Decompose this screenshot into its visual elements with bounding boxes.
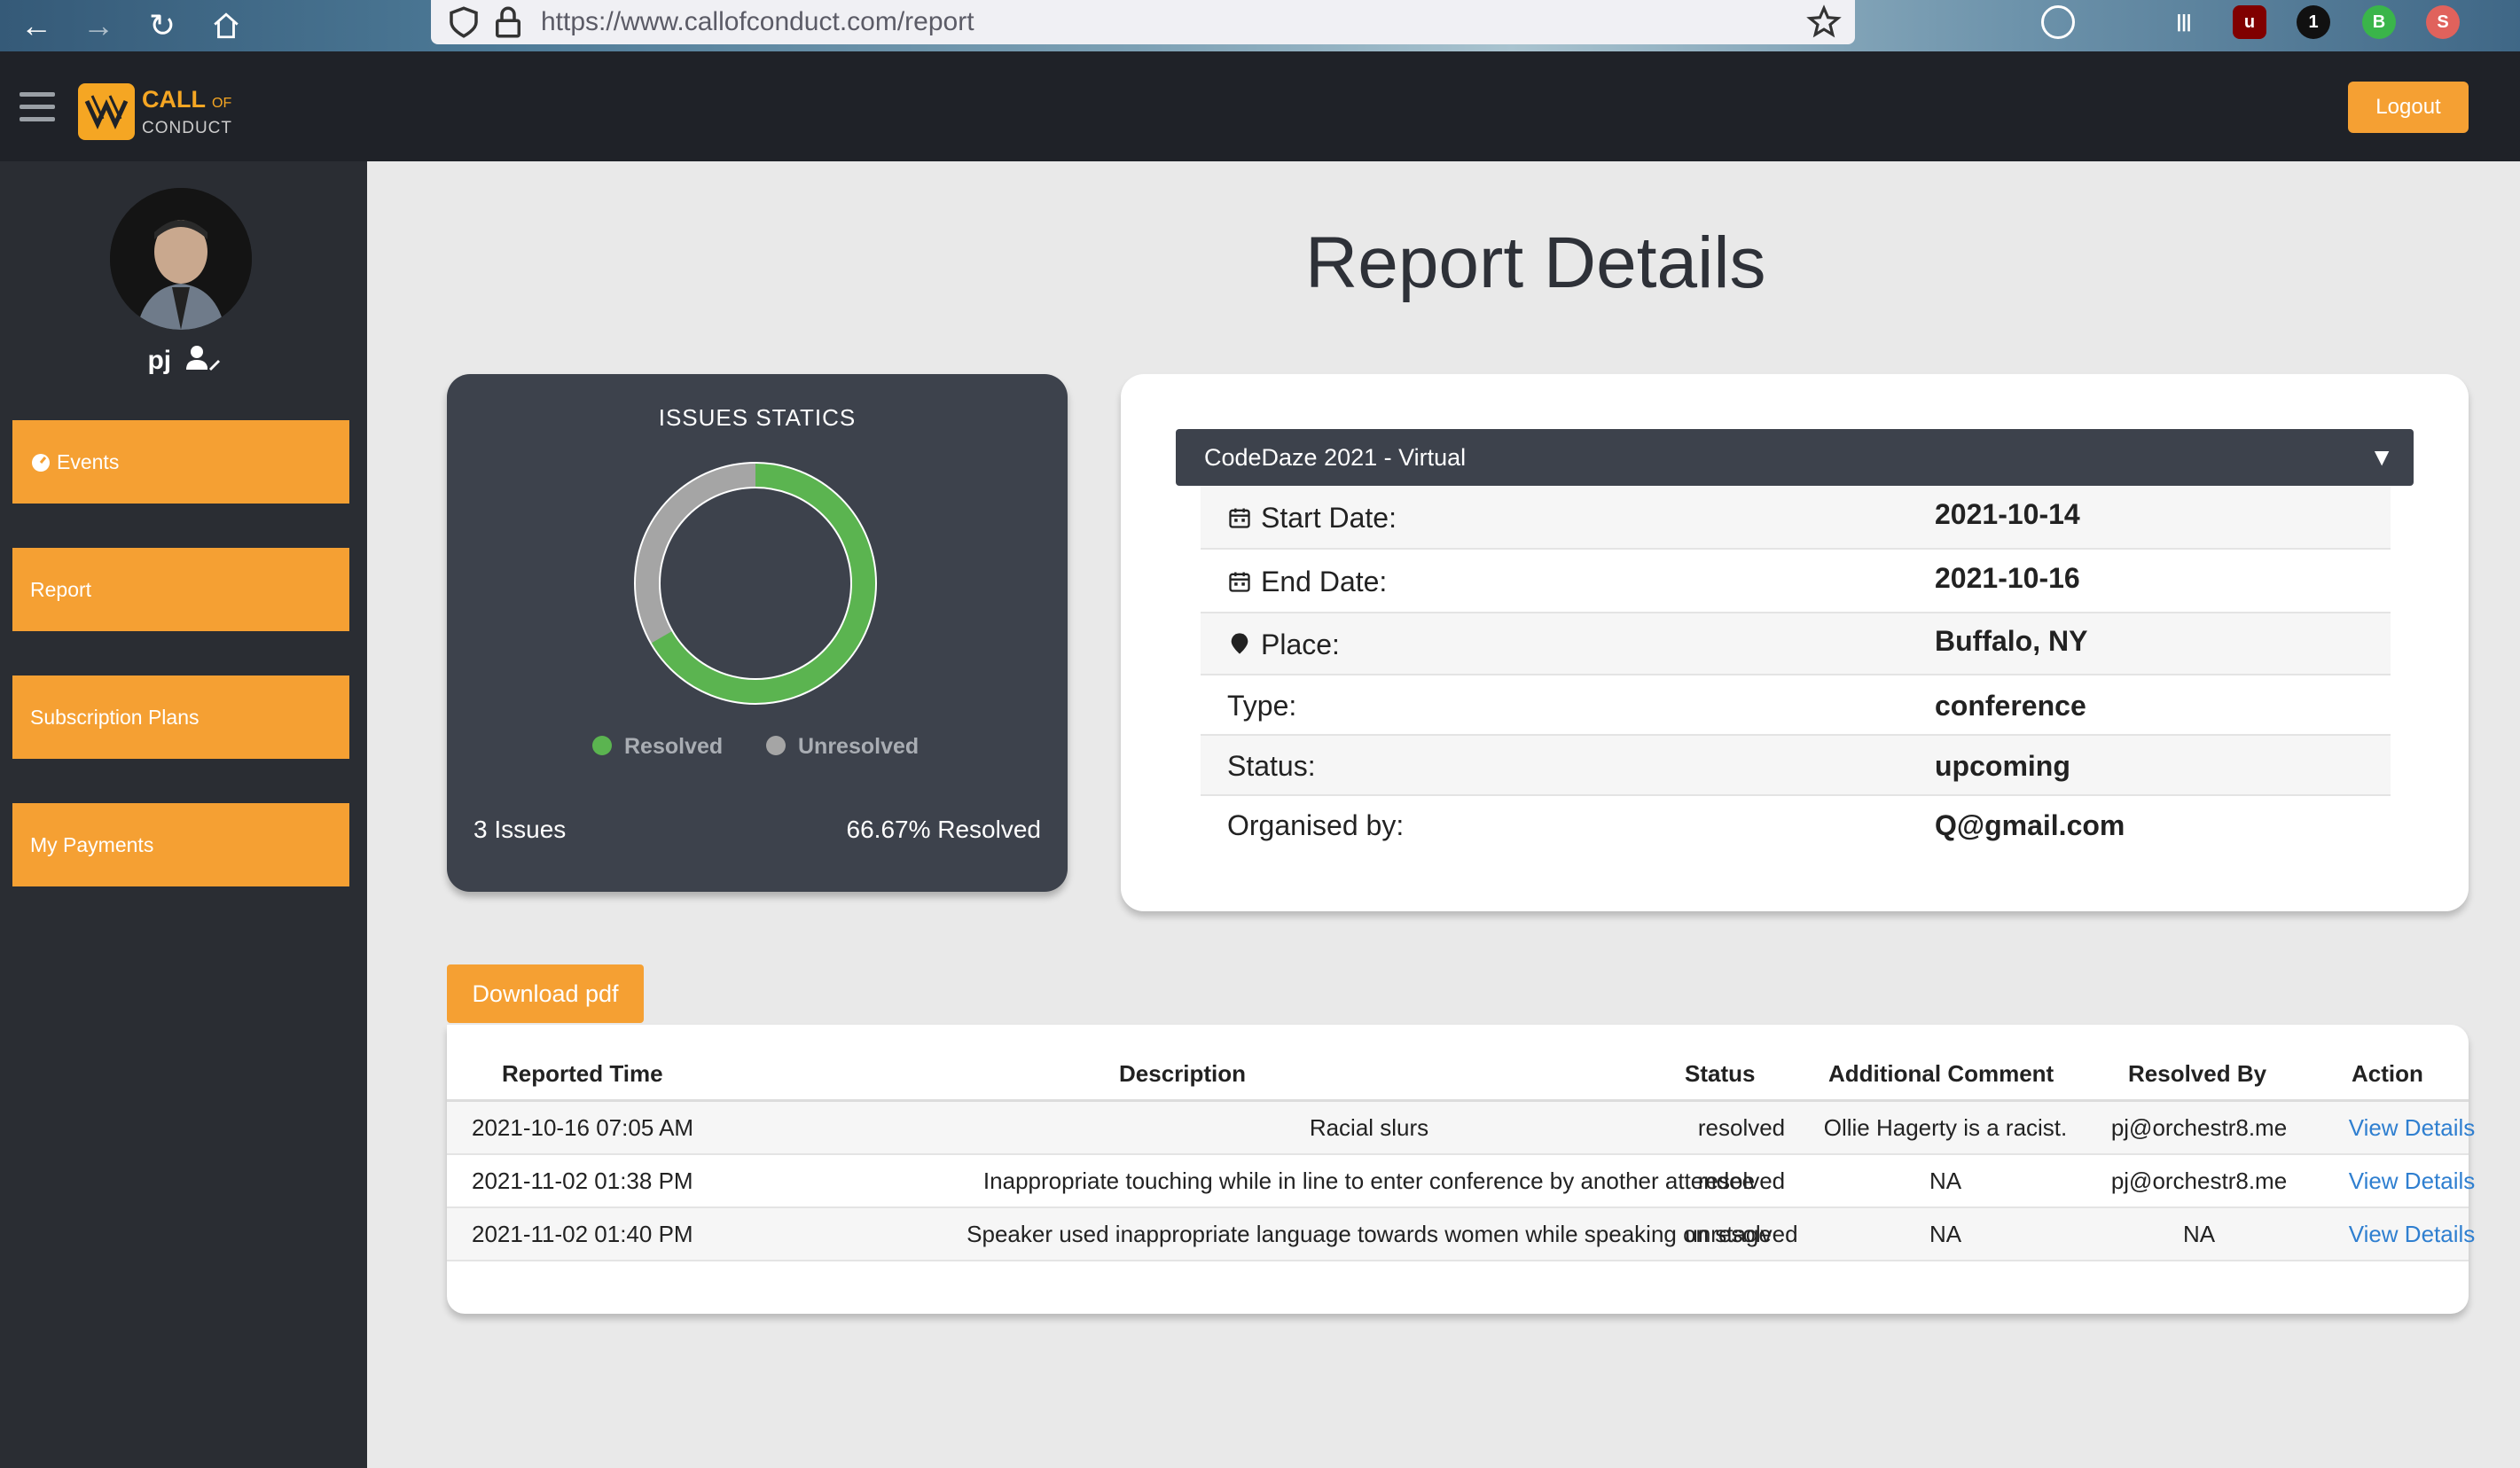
onepassword-icon[interactable]: 1	[2297, 5, 2330, 39]
extension-s-icon[interactable]: S	[2426, 5, 2460, 39]
username-text: pj	[147, 346, 172, 375]
event-row-start-date: Start Date: 2021-10-14	[1201, 486, 2391, 550]
start-date-value: 2021-10-14	[1935, 498, 2080, 530]
table-row: 2021-10-16 07:05 AM Racial slurs resolve…	[447, 1102, 2475, 1155]
resolved-percentage: 66.67% Resolved	[846, 816, 1041, 843]
sidebar-item-label: Events	[57, 450, 120, 473]
event-info-card: CodeDaze 2021 - Virtual ▼ Start Date: 20…	[1121, 374, 2469, 911]
legend-resolved-swatch	[592, 736, 612, 755]
star-icon[interactable]	[1805, 4, 1843, 41]
status-value: upcoming	[1935, 750, 2070, 782]
legend-resolved-label: Resolved	[624, 734, 724, 759]
extension-b-icon[interactable]: B	[2362, 5, 2396, 39]
place-label: Place:	[1227, 613, 1340, 675]
column-header-description[interactable]: Description	[1119, 1060, 1246, 1088]
column-header-action[interactable]: Action	[2352, 1060, 2423, 1088]
view-details-link[interactable]: View Details	[2323, 1167, 2500, 1195]
page-title: Report Details	[1305, 223, 1766, 303]
edit-user-icon[interactable]	[185, 344, 220, 371]
event-select[interactable]: CodeDaze 2021 - Virtual ▼	[1176, 429, 2414, 486]
end-date-label-text: End Date:	[1261, 566, 1388, 597]
logo-of: OF	[212, 96, 232, 111]
dashboard-icon	[32, 454, 50, 472]
column-header-resolved-by[interactable]: Resolved By	[2128, 1060, 2266, 1088]
calendar-icon	[1229, 508, 1250, 528]
start-date-label-text: Start Date:	[1261, 502, 1397, 534]
status-label: Status:	[1227, 750, 1316, 782]
type-value: conference	[1935, 690, 2086, 722]
dropdown-caret-icon[interactable]: ▼	[2369, 429, 2394, 486]
hamburger-menu-icon[interactable]	[20, 92, 55, 122]
legend-resolved[interactable]: Resolved	[592, 734, 723, 760]
avatar	[110, 188, 252, 330]
cell-resolved-by: pj@orchestr8.me	[2110, 1167, 2288, 1194]
place-value: Buffalo, NY	[1935, 625, 2088, 657]
cell-additional-comment: NA	[1929, 1167, 1962, 1194]
organiser-value: Q@gmail.com	[1935, 809, 2125, 841]
logo-wordmark[interactable]: CALL OF CONDUCT	[142, 87, 232, 141]
start-date-label: Start Date:	[1227, 486, 1397, 550]
view-details-link[interactable]: View Details	[2323, 1114, 2500, 1142]
event-select-value: CodeDaze 2021 - Virtual	[1204, 444, 1467, 471]
cell-additional-comment: Ollie Hagerty is a racist.	[1823, 1114, 2068, 1141]
sidebar-item-subscription-plans[interactable]: Subscription Plans	[12, 675, 349, 759]
address-bar[interactable]: https://www.callofconduct.com/report	[431, 0, 1855, 44]
shield-icon[interactable]	[445, 4, 482, 41]
column-header-additional-comment[interactable]: Additional Comment	[1828, 1060, 2054, 1088]
organiser-label: Organised by:	[1227, 809, 1405, 841]
browser-toolbar: ← → ↻ https://www.callofconduct.com/repo…	[0, 0, 2520, 51]
sidebar-item-report[interactable]: Report	[12, 548, 349, 631]
event-row-place: Place: Buffalo, NY	[1201, 613, 2391, 675]
issues-donut-chart	[634, 462, 877, 705]
end-date-value: 2021-10-16	[1935, 562, 2080, 594]
home-icon[interactable]	[206, 5, 247, 46]
type-label: Type:	[1227, 690, 1297, 722]
cell-additional-comment: NA	[1929, 1221, 1962, 1247]
issues-table: Reported Time Description Status Additio…	[447, 1025, 2475, 1314]
url-text[interactable]: https://www.callofconduct.com/report	[541, 5, 974, 39]
sidebar: pj Events Report Subscription Plans My P…	[0, 161, 367, 1468]
donut-inner-ring	[659, 487, 852, 680]
event-row-end-date: End Date: 2021-10-16	[1201, 550, 2391, 613]
legend-unresolved-label: Unresolved	[798, 734, 920, 759]
calendar-icon	[1229, 572, 1250, 592]
map-pin-icon	[1231, 633, 1248, 654]
ublock-icon[interactable]: u	[2233, 5, 2266, 39]
issues-count: 3 Issues	[473, 816, 567, 843]
forward-arrow-icon[interactable]: →	[78, 5, 119, 46]
event-row-organiser: Organised by: Q@gmail.com	[1201, 796, 2391, 855]
event-row-type: Type: conference	[1201, 675, 2391, 736]
cell-resolved-by: pj@orchestr8.me	[2110, 1114, 2288, 1141]
legend-unresolved[interactable]: Unresolved	[766, 734, 919, 760]
column-header-reported-time[interactable]: Reported Time	[502, 1060, 663, 1088]
app-header: CALL OF CONDUCT Logout	[0, 51, 2520, 161]
logo-line1: CALL	[142, 86, 206, 113]
sidebar-item-events[interactable]: Events	[12, 420, 349, 504]
end-date-label: End Date:	[1227, 550, 1387, 613]
stats-title: ISSUES STATICS	[658, 404, 857, 431]
username: pj	[0, 344, 367, 376]
cell-resolved-by: NA	[2182, 1221, 2216, 1247]
library-icon[interactable]: |||	[2167, 5, 2201, 39]
logo-icon[interactable]	[78, 83, 135, 140]
lock-icon[interactable]	[489, 4, 527, 41]
table-row: 2021-11-02 01:38 PM Inappropriate touchi…	[447, 1155, 2475, 1208]
back-arrow-icon[interactable]: ←	[16, 5, 57, 46]
logo-line2: CONDUCT	[142, 119, 232, 137]
view-details-link[interactable]: View Details	[2323, 1221, 2500, 1248]
download-pdf-button[interactable]: Download pdf	[447, 964, 644, 1023]
table-row: 2021-11-02 01:40 PM Speaker used inappro…	[447, 1208, 2475, 1261]
legend-unresolved-swatch	[766, 736, 786, 755]
event-row-status: Status: upcoming	[1201, 736, 2391, 796]
logout-button[interactable]: Logout	[2348, 82, 2469, 133]
issues-stats-card: ISSUES STATICS Resolved Unresolved 3 Iss…	[447, 374, 1068, 892]
pocket-icon[interactable]	[2041, 5, 2075, 39]
reload-icon[interactable]: ↻	[142, 5, 183, 46]
column-header-status[interactable]: Status	[1685, 1060, 1755, 1088]
place-label-text: Place:	[1261, 629, 1340, 660]
sidebar-item-my-payments[interactable]: My Payments	[12, 803, 349, 886]
